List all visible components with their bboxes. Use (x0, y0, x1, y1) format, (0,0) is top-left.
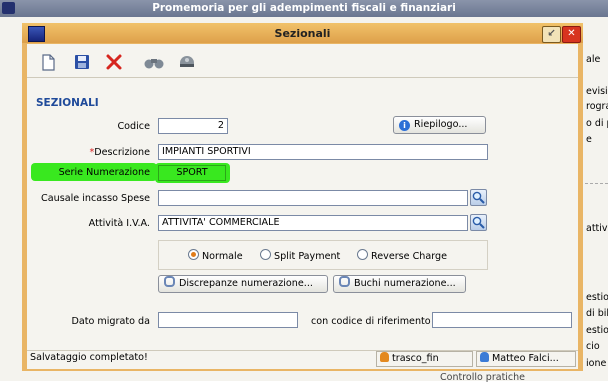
background-text-fragment: estion (586, 292, 608, 303)
background-text-fragment: di bil (586, 308, 608, 319)
dato-migrato-label: Dato migrato da (71, 316, 150, 327)
user-icon (480, 352, 489, 362)
descrizione-field[interactable]: IMPIANTI SPORTIVI (158, 144, 488, 160)
background-text-fragment: ione d (586, 358, 608, 369)
background-text-fragment: ale (586, 54, 601, 65)
background-divider (585, 183, 608, 184)
causale-incasso-spese-field[interactable] (158, 190, 468, 206)
codice-field[interactable]: 2 (158, 118, 228, 134)
radio-reverse-charge[interactable]: Reverse Charge (357, 249, 447, 262)
toolbar-separator (27, 77, 578, 78)
radio-normale[interactable]: Normale (188, 249, 243, 262)
background-window-titlebar: Promemoria per gli adempimenti fiscali e… (0, 0, 608, 17)
buchi-label: Buchi numerazione... (354, 278, 456, 289)
save-icon[interactable] (72, 52, 92, 72)
radio-normale-indicator (188, 249, 199, 260)
dialog-title: Sezionali (274, 27, 331, 40)
binoculars-icon[interactable] (143, 52, 164, 72)
background-text-fragment: o di p (586, 118, 608, 129)
buchi-numerazione-button[interactable]: Buchi numerazione... (333, 275, 466, 293)
serie-numerazione-label: Serie Numerazione (58, 167, 150, 178)
radio-split-payment[interactable]: Split Payment (260, 249, 340, 262)
background-text-fragment: e (586, 134, 592, 145)
search-icon (472, 191, 485, 204)
attivita-iva-field[interactable]: ATTIVITA' COMMERCIALE (158, 215, 468, 231)
status-user: Matteo Falci... (476, 351, 576, 367)
causale-incasso-spese-label: Causale incasso Spese (41, 193, 150, 204)
discrepanze-label: Discrepanze numerazione... (179, 278, 313, 289)
status-db: trasco_fin (376, 351, 473, 367)
info-icon: i (399, 120, 410, 131)
delete-icon[interactable] (104, 52, 124, 72)
background-text-fragment: evisio (586, 86, 608, 97)
codice-riferimento-field[interactable] (432, 312, 572, 328)
radio-split-payment-indicator (260, 249, 271, 260)
serie-numerazione-field[interactable]: SPORT (158, 165, 226, 181)
dato-migrato-field[interactable] (158, 312, 298, 328)
background-text-fragment: cio (586, 341, 600, 352)
status-message: Salvataggio completato! (30, 352, 148, 363)
user-icon (380, 352, 389, 362)
discrepanze-numerazione-button[interactable]: Discrepanze numerazione... (158, 275, 328, 293)
attivita-iva-label: Attività I.V.A. (88, 218, 150, 229)
codice-label: Codice (117, 121, 150, 132)
section-title: SEZIONALI (36, 97, 99, 109)
riepilogo-label: Riepilogo... (414, 119, 468, 130)
helmet-icon[interactable] (177, 52, 197, 72)
background-window-title: Promemoria per gli adempimenti fiscali e… (152, 2, 456, 14)
background-text-fragment: estion (586, 325, 608, 336)
attivita-search-button[interactable] (470, 214, 487, 231)
background-bottom-text: Controllo pratiche (440, 372, 526, 383)
riepilogo-button[interactable]: i Riepilogo... (393, 116, 486, 134)
descrizione-label: *Descrizione (89, 147, 150, 158)
background-app-icon (2, 2, 15, 14)
restore-button[interactable]: ↙ (542, 26, 561, 43)
new-document-icon[interactable] (38, 52, 58, 72)
codice-riferimento-label: con codice di riferimento (311, 316, 431, 327)
causale-search-button[interactable] (470, 189, 487, 206)
background-text-fragment: attiv (586, 223, 608, 234)
dialog-titlebar[interactable]: Sezionali (22, 23, 583, 43)
background-text-fragment: rogra (586, 101, 608, 112)
link-icon (164, 276, 175, 287)
link-icon (339, 276, 350, 287)
dialog-app-icon (28, 26, 45, 42)
radio-reverse-charge-indicator (357, 249, 368, 260)
close-window-button[interactable]: ✕ (562, 26, 581, 43)
search-icon (472, 216, 485, 229)
